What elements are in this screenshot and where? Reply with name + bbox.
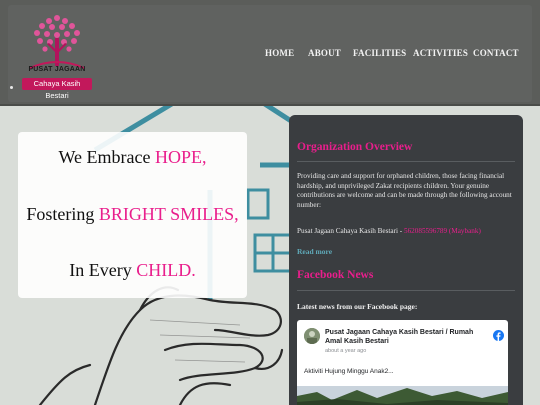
avatar-image-icon	[304, 328, 320, 344]
hero-line-1-text: We Embrace	[58, 147, 155, 167]
nav-home[interactable]: HOME	[265, 48, 294, 58]
overview-body: Providing care and support for orphaned …	[297, 172, 512, 209]
overview-divider	[297, 161, 515, 162]
page-avatar[interactable]	[304, 328, 320, 344]
logo-subtitle: Cahaya Kasih Bestari	[22, 78, 92, 100]
post-time[interactable]: about a year ago	[325, 348, 366, 354]
facebook-divider	[297, 290, 515, 291]
facebook-heading: Facebook News	[297, 269, 374, 281]
hero-line-3-highlight: CHILD.	[136, 260, 196, 280]
hero-line-2-text: Fostering	[26, 204, 99, 224]
nav-activities[interactable]: ACTIVITIES	[413, 48, 468, 58]
nav-facilities[interactable]: FACILITIES	[353, 48, 406, 58]
hero-line-1-highlight: HOPE,	[154, 147, 207, 167]
hero-line-1: We Embrace HOPE,	[18, 147, 247, 168]
logo-title: PUSAT JAGAAN	[28, 66, 86, 73]
overview-heading: Organization Overview	[297, 141, 413, 153]
post-photo[interactable]	[297, 386, 508, 405]
account-number[interactable]: 562085596789 (Maybank)	[404, 227, 481, 235]
logo-dot	[10, 86, 13, 89]
nav-about[interactable]: ABOUT	[308, 48, 341, 58]
hero-line-2: Fostering BRIGHT SMILES,	[18, 204, 247, 225]
hero-line-2-highlight: BRIGHT SMILES,	[98, 204, 239, 224]
account-name: Pusat Jagaan Cahaya Kasih Bestari -	[297, 227, 404, 235]
account-line: Pusat Jagaan Cahaya Kasih Bestari - 5620…	[297, 227, 515, 237]
nav-contact[interactable]: CONTACT	[473, 48, 519, 58]
hero-line-3: In Every CHILD.	[18, 260, 247, 281]
facebook-page-name[interactable]: Pusat Jagaan Cahaya Kasih Bestari / Ruma…	[325, 328, 485, 346]
post-text: Aktiviti Hujung Minggu Anak2...	[304, 368, 394, 375]
hero-line-3-text: In Every	[69, 260, 137, 280]
hero-card: We Embrace HOPE, Fostering BRIGHT SMILES…	[18, 132, 247, 298]
read-more-link[interactable]: Read more	[297, 247, 332, 256]
site-header: PUSAT JAGAAN Cahaya Kasih Bestari HOME A…	[0, 0, 540, 106]
facebook-icon[interactable]	[493, 330, 504, 341]
sidebar-panel: Organization Overview Providing care and…	[289, 115, 523, 405]
facebook-post-card[interactable]: Pusat Jagaan Cahaya Kasih Bestari / Ruma…	[297, 320, 508, 405]
facebook-intro: Latest news from our Facebook page:	[297, 302, 418, 311]
